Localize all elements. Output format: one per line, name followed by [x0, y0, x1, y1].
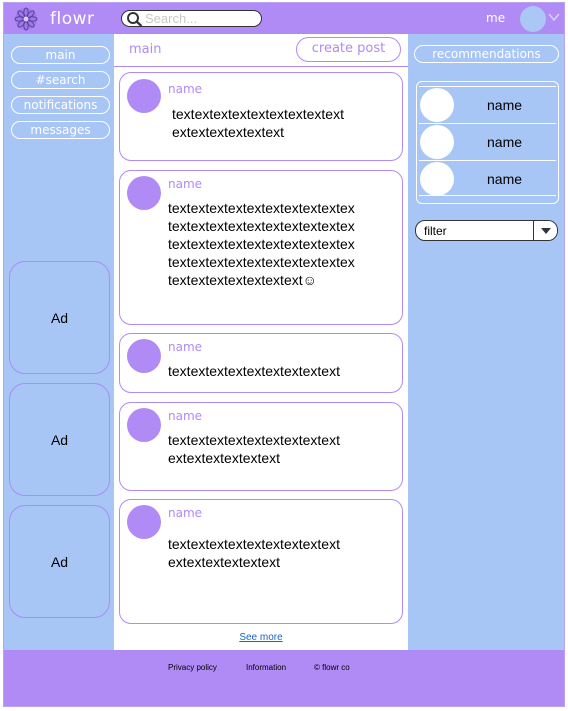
feed-divider	[114, 66, 408, 67]
search-bar[interactable]	[121, 10, 262, 27]
post-text: textextextextextextextextextex textextex…	[168, 200, 355, 288]
copyright-text: © flowr co	[314, 663, 350, 672]
filter-select[interactable]: filter	[415, 220, 558, 241]
ad-label: Ad	[50, 432, 69, 448]
dropdown-arrow-icon[interactable]	[533, 221, 557, 240]
recommendation-avatar[interactable]	[420, 162, 454, 196]
post-card[interactable]: name textextextextextextextextextex text…	[119, 170, 403, 325]
search-icon	[127, 12, 143, 27]
post-author[interactable]: name	[168, 506, 202, 520]
recommendation-name[interactable]: name	[487, 171, 522, 187]
post-text: textextextextextextextextext extextextex…	[168, 536, 340, 570]
post-avatar[interactable]	[127, 339, 161, 373]
ad-slot[interactable]: Ad	[9, 505, 110, 618]
create-post-button[interactable]: create post	[296, 37, 401, 62]
post-text: textextextextextextextextext extextextex…	[172, 106, 344, 140]
flower-logo-icon[interactable]	[14, 7, 38, 31]
search-input[interactable]	[145, 11, 257, 26]
post-avatar[interactable]	[127, 408, 161, 442]
recommendations-list: name name name	[416, 81, 559, 204]
ad-slot[interactable]: Ad	[9, 261, 110, 374]
recommendation-item[interactable]: name	[419, 86, 556, 122]
recommendation-avatar[interactable]	[420, 88, 454, 122]
tab-main[interactable]: main	[129, 42, 161, 57]
recommendation-name[interactable]: name	[487, 134, 522, 150]
post-card[interactable]: name textextextextextextextextext extext…	[119, 72, 403, 161]
post-avatar[interactable]	[127, 176, 161, 210]
nav-item-main[interactable]: main	[11, 46, 110, 64]
post-card[interactable]: name textextextextextextextextext extext…	[119, 402, 403, 491]
filter-value: filter	[424, 224, 447, 238]
post-author[interactable]: name	[168, 177, 202, 191]
privacy-policy-link[interactable]: Privacy policy	[168, 663, 217, 672]
post-author[interactable]: name	[168, 409, 202, 423]
see-more-link[interactable]: See more	[114, 632, 408, 643]
post-author[interactable]: name	[168, 82, 202, 96]
ad-label: Ad	[50, 310, 69, 326]
nav-item-messages[interactable]: messages	[11, 121, 110, 139]
nav-item-search[interactable]: #search	[11, 71, 110, 89]
post-avatar[interactable]	[127, 79, 161, 113]
recommendation-avatar[interactable]	[420, 125, 454, 159]
app-frame: flowr me main #search notifications mess…	[3, 2, 565, 707]
post-text: textextextextextextextextext extextextex…	[168, 432, 340, 466]
ad-slot[interactable]: Ad	[9, 383, 110, 496]
chevron-down-icon[interactable]	[548, 13, 560, 22]
post-text: textextextextextextextextext	[168, 363, 340, 379]
post-author[interactable]: name	[168, 340, 202, 354]
recommendations-button[interactable]: recommendations	[414, 45, 559, 63]
footer: Privacy policy Information © flowr co	[4, 650, 564, 706]
user-avatar[interactable]	[520, 6, 546, 32]
recommendation-name[interactable]: name	[487, 97, 522, 113]
ad-label: Ad	[50, 554, 69, 570]
right-sidebar: recommendations name name name filter	[408, 34, 564, 650]
post-card[interactable]: name textextextextextextextextext extext…	[119, 499, 403, 624]
post-avatar[interactable]	[127, 505, 161, 539]
left-sidebar: main #search notifications messages Ad A…	[4, 34, 114, 650]
main-feed: main create post name textextextextextex…	[114, 34, 408, 650]
recommendation-item[interactable]: name	[419, 123, 556, 159]
nav-item-notifications[interactable]: notifications	[11, 96, 110, 114]
recommendation-item[interactable]: name	[419, 160, 556, 196]
top-bar: flowr me	[4, 3, 564, 34]
brand-name[interactable]: flowr	[50, 9, 95, 29]
information-link[interactable]: Information	[246, 663, 286, 672]
user-label[interactable]: me	[486, 11, 505, 25]
post-card[interactable]: name textextextextextextextextext	[119, 333, 403, 393]
